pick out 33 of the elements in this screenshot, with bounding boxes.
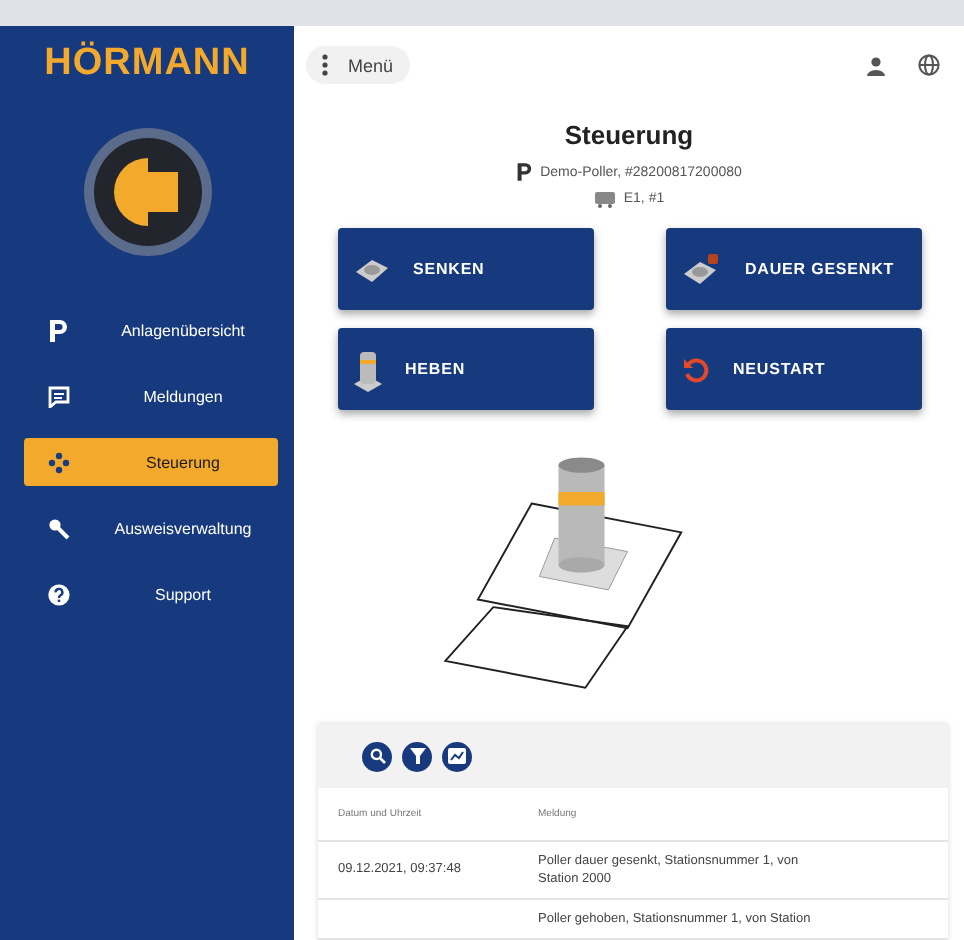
more-icon — [322, 54, 328, 76]
sidebar-item[interactable]: Anlagenübersicht — [24, 306, 278, 354]
globe-icon[interactable] — [918, 54, 940, 76]
help-icon — [48, 583, 70, 605]
search-icon — [369, 748, 385, 765]
action-button[interactable]: SENKEN — [337, 228, 593, 311]
search-button[interactable] — [362, 741, 392, 772]
key-icon — [48, 517, 70, 539]
action-button[interactable]: HEBEN — [337, 328, 593, 411]
sidebar-item[interactable]: Meldungen — [24, 372, 278, 420]
parking-icon — [516, 162, 533, 183]
filter-button[interactable] — [402, 741, 432, 772]
action-button[interactable]: DAUER GESENKT — [665, 228, 921, 311]
raised-bollard-icon — [353, 347, 381, 392]
menu-button[interactable]: Menü — [306, 46, 410, 84]
page-title: Steuerung — [564, 120, 694, 151]
restart-icon — [681, 355, 709, 384]
filter-icon — [409, 748, 425, 765]
sidebar-item[interactable]: Support — [24, 570, 278, 618]
move-icon — [48, 451, 70, 473]
vehicle-icon — [593, 190, 616, 209]
user-icon[interactable] — [866, 55, 886, 75]
locked-bollard-icon — [681, 253, 721, 286]
export-button[interactable] — [442, 741, 472, 772]
sidebar-item[interactable]: Steuerung — [24, 438, 278, 486]
lowered-bollard-icon — [353, 255, 389, 284]
brand-logo: HÖRMANN — [44, 42, 250, 86]
c-logo-icon — [81, 126, 213, 258]
chart-icon — [448, 748, 466, 765]
parking-icon — [48, 319, 68, 341]
action-button[interactable]: NEUSTART — [665, 328, 921, 411]
sidebar-item[interactable]: Ausweisverwaltung — [24, 504, 278, 552]
message-icon — [48, 385, 70, 407]
